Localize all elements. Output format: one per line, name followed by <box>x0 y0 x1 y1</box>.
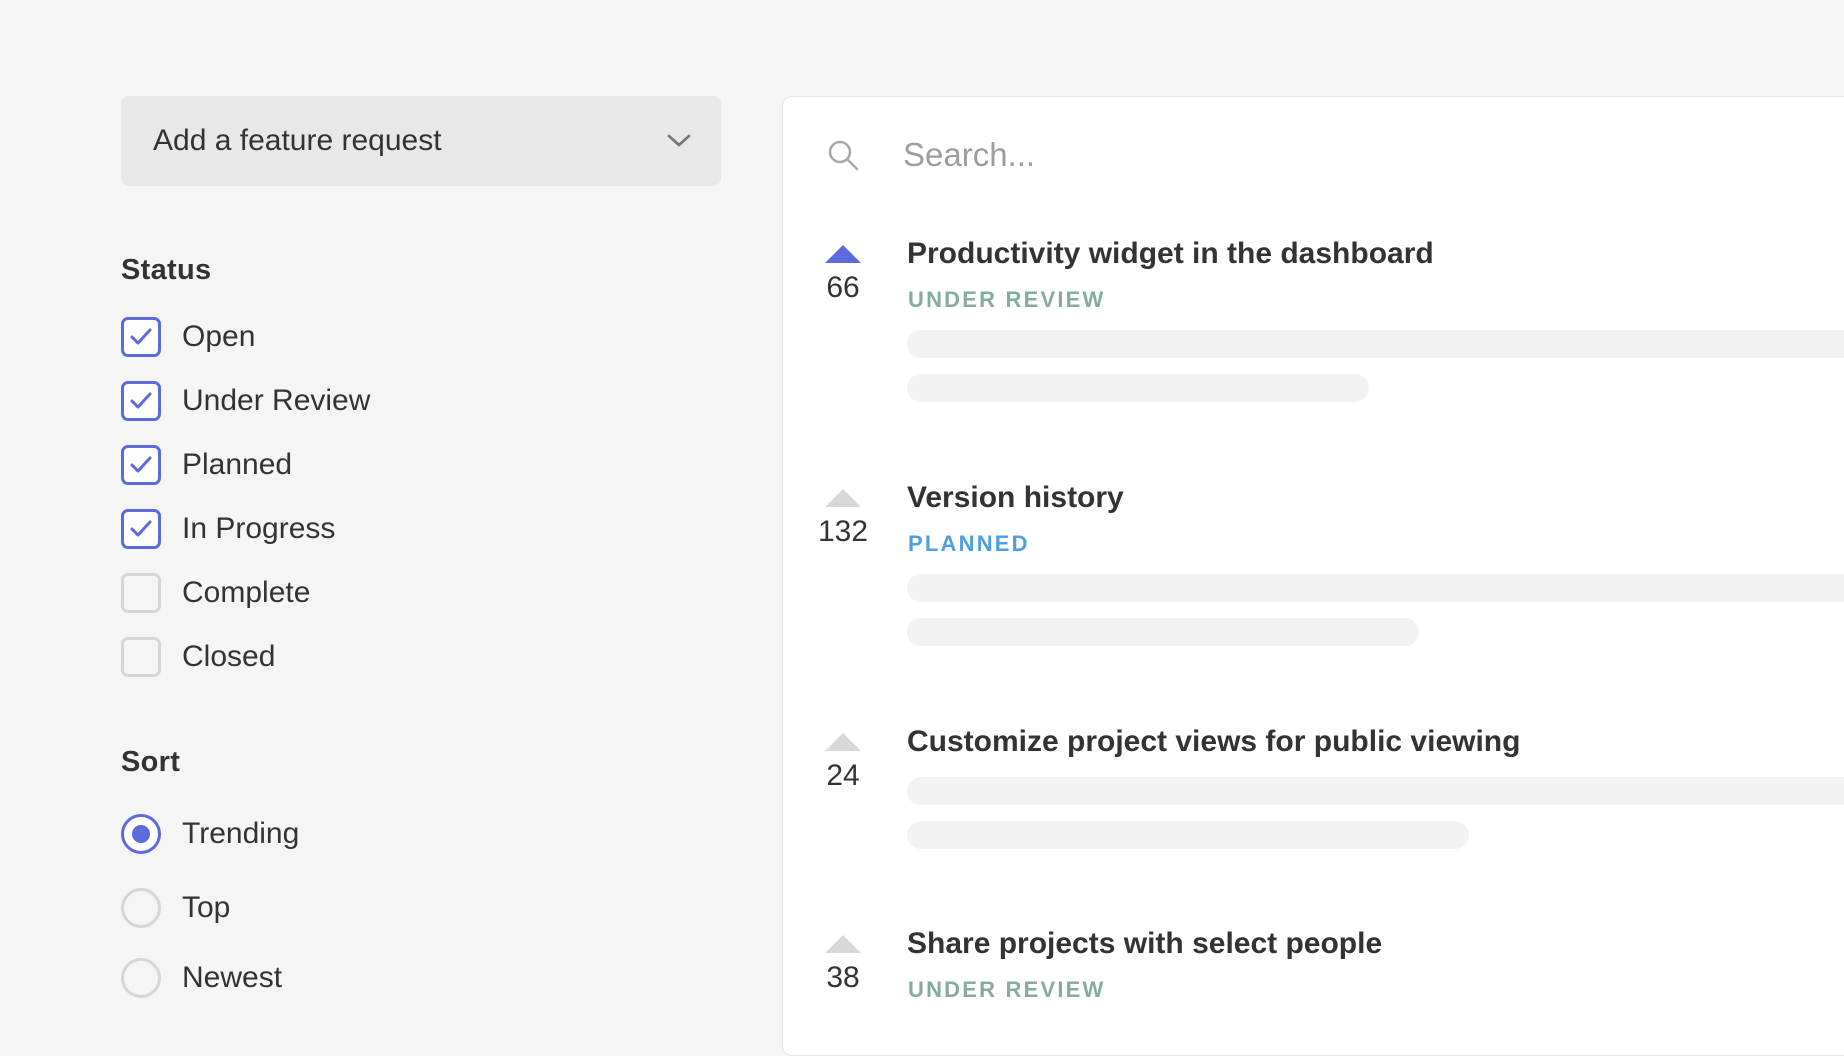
chevron-down-icon <box>667 134 691 148</box>
status-option-label: Complete <box>182 576 311 609</box>
check-icon <box>130 328 152 345</box>
description-skeleton-line <box>907 618 1419 646</box>
checkbox-closed[interactable] <box>121 637 161 677</box>
status-option-planned[interactable]: Planned <box>121 445 292 485</box>
status-option-closed[interactable]: Closed <box>121 637 275 677</box>
post-title[interactable]: Share projects with select people <box>907 927 1382 961</box>
sort-option-label: Top <box>182 891 231 924</box>
radio-top[interactable] <box>121 888 161 928</box>
sort-title: Sort <box>121 746 181 778</box>
description-skeleton-line <box>907 374 1369 402</box>
radio-dot <box>132 825 150 843</box>
status-option-label: Planned <box>182 448 293 481</box>
status-option-in-progress[interactable]: In Progress <box>121 509 335 549</box>
upvote-button[interactable]: 24 <box>783 733 903 793</box>
status-filter-title: Status <box>121 254 212 286</box>
post-title[interactable]: Customize project views for public viewi… <box>907 725 1520 759</box>
radio-trending[interactable] <box>121 814 161 854</box>
search-icon <box>827 139 861 178</box>
sort-option-newest[interactable]: Newest <box>121 958 282 998</box>
upvote-arrow-icon <box>825 935 861 953</box>
check-icon <box>130 456 152 473</box>
checkbox-under-review[interactable] <box>121 381 161 421</box>
sort-option-top[interactable]: Top <box>121 888 230 928</box>
post-status-badge: UNDER REVIEW <box>908 977 1106 1002</box>
status-option-complete[interactable]: Complete <box>121 573 310 613</box>
search-input[interactable] <box>903 125 1803 185</box>
description-skeleton-line <box>907 777 1844 805</box>
check-icon <box>130 520 152 537</box>
post-title[interactable]: Productivity widget in the dashboard <box>907 237 1434 271</box>
description-skeleton-line <box>907 574 1844 602</box>
checkbox-complete[interactable] <box>121 573 161 613</box>
vote-count: 132 <box>817 515 869 548</box>
vote-count: 38 <box>826 961 860 994</box>
upvote-arrow-icon <box>825 489 861 507</box>
upvote-arrow-icon <box>825 245 861 263</box>
post-title[interactable]: Version history <box>907 481 1124 515</box>
status-option-label: In Progress <box>182 512 336 545</box>
sort-option-trending[interactable]: Trending <box>121 814 299 854</box>
sort-option-label: Newest <box>182 961 283 994</box>
upvote-button[interactable]: 132 <box>783 489 903 549</box>
upvote-arrow-icon <box>825 733 861 751</box>
checkbox-open[interactable] <box>121 317 161 357</box>
status-option-under-review[interactable]: Under Review <box>121 381 370 421</box>
radio-newest[interactable] <box>121 958 161 998</box>
add-feature-request-label: Add a feature request <box>153 124 442 157</box>
checkbox-planned[interactable] <box>121 445 161 485</box>
checkbox-in-progress[interactable] <box>121 509 161 549</box>
add-feature-request-dropdown[interactable]: Add a feature request <box>121 96 721 186</box>
status-option-open[interactable]: Open <box>121 317 255 357</box>
post-status-badge: UNDER REVIEW <box>908 287 1106 312</box>
vote-count: 24 <box>826 759 860 792</box>
description-skeleton-line <box>907 821 1469 849</box>
status-option-label: Closed <box>182 640 276 673</box>
check-icon <box>130 392 152 409</box>
description-skeleton-line <box>907 330 1844 358</box>
posts-panel: 66 Productivity widget in the dashboard … <box>782 96 1844 1056</box>
status-option-label: Under Review <box>182 384 371 417</box>
upvote-button[interactable]: 66 <box>783 245 903 305</box>
upvote-button[interactable]: 38 <box>783 935 903 995</box>
status-option-label: Open <box>182 320 256 353</box>
vote-count: 66 <box>826 271 860 304</box>
post-status-badge: PLANNED <box>908 531 1030 556</box>
sidebar: Add a feature request Status Open Under … <box>121 96 721 998</box>
sort-option-label: Trending <box>182 817 300 850</box>
